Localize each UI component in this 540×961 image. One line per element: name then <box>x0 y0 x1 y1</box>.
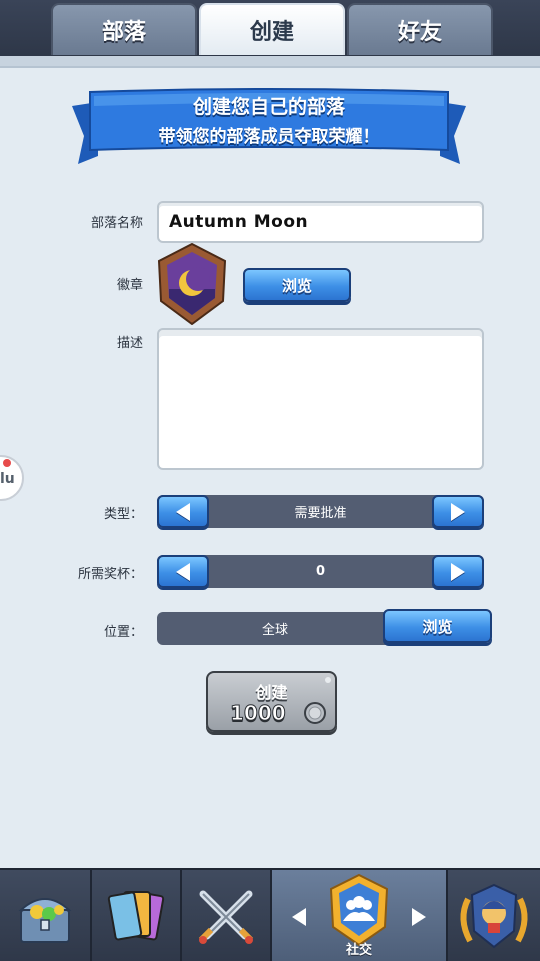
side-chat-bubble[interactable]: lu <box>0 455 24 501</box>
cards-icon <box>107 890 165 940</box>
description-textarea[interactable] <box>157 328 484 470</box>
clan-name-input[interactable]: Autumn Moon <box>157 201 484 243</box>
tab-divider-shadow <box>0 66 540 68</box>
type-next-button[interactable] <box>432 495 484 528</box>
type-label: 类型： <box>103 507 143 522</box>
nav-social[interactable]: 社交 <box>272 870 448 961</box>
tab-friends[interactable]: 好友 <box>347 3 493 55</box>
trophies-next-button[interactable] <box>432 555 484 588</box>
type-value: 需要批准 <box>294 506 347 521</box>
button-shine <box>325 677 331 683</box>
location-selector: 全球 <box>157 612 393 645</box>
arrow-right-icon <box>451 562 465 581</box>
location-browse-button[interactable]: 浏览 <box>383 609 492 643</box>
banner-subtitle: 带领您的部落成员夺取荣耀！ <box>158 127 380 147</box>
bottom-nav: 社交 <box>0 868 540 961</box>
trophies-value: 0 <box>315 564 326 579</box>
clan-badge-moon-icon[interactable] <box>157 242 227 326</box>
nav-next-arrow-icon[interactable] <box>412 908 426 926</box>
trophies-prev-button[interactable] <box>157 555 209 588</box>
tab-create[interactable]: 创建 <box>199 3 345 55</box>
tab-divider <box>0 56 540 66</box>
create-clan-banner: 创建您自己的部落 带领您的部落成员夺取荣耀！ <box>72 84 466 170</box>
required-trophies-label: 所需奖杯： <box>77 567 143 582</box>
create-label: 创建 <box>255 683 288 702</box>
arrow-left-icon <box>176 562 190 581</box>
laurel-badge-icon <box>460 883 528 948</box>
crossed-swords-icon <box>198 890 254 944</box>
nav-social-label: 社交 <box>345 943 372 958</box>
arrow-left-icon <box>176 502 190 521</box>
gold-coin-icon <box>304 702 326 724</box>
location-value: 全球 <box>261 623 288 638</box>
tab-clan[interactable]: 部落 <box>51 3 197 55</box>
badge-label: 徽章 <box>116 278 143 293</box>
create-cost: 1000 <box>230 701 287 726</box>
top-tab-bar: 部落 创建 好友 <box>0 0 540 56</box>
nav-cards[interactable] <box>92 870 182 961</box>
location-label: 位置： <box>103 625 143 640</box>
badge-browse-button[interactable]: 浏览 <box>243 268 351 302</box>
clan-name-label: 部落名称 <box>90 216 143 231</box>
create-clan-button[interactable]: 创建 1000 <box>206 671 337 732</box>
type-prev-button[interactable] <box>157 495 209 528</box>
nav-battle[interactable] <box>182 870 272 961</box>
side-bubble-text: lu <box>0 471 15 487</box>
nav-prev-arrow-icon[interactable] <box>292 908 306 926</box>
social-shield-icon <box>329 873 389 946</box>
arrow-right-icon <box>451 502 465 521</box>
nav-shop[interactable] <box>0 870 92 961</box>
banner-title: 创建您自己的部落 <box>192 96 345 118</box>
description-label: 描述 <box>116 336 143 351</box>
treasure-chest-icon <box>18 897 72 943</box>
nav-events[interactable] <box>448 870 540 961</box>
notification-dot-icon <box>3 459 11 467</box>
